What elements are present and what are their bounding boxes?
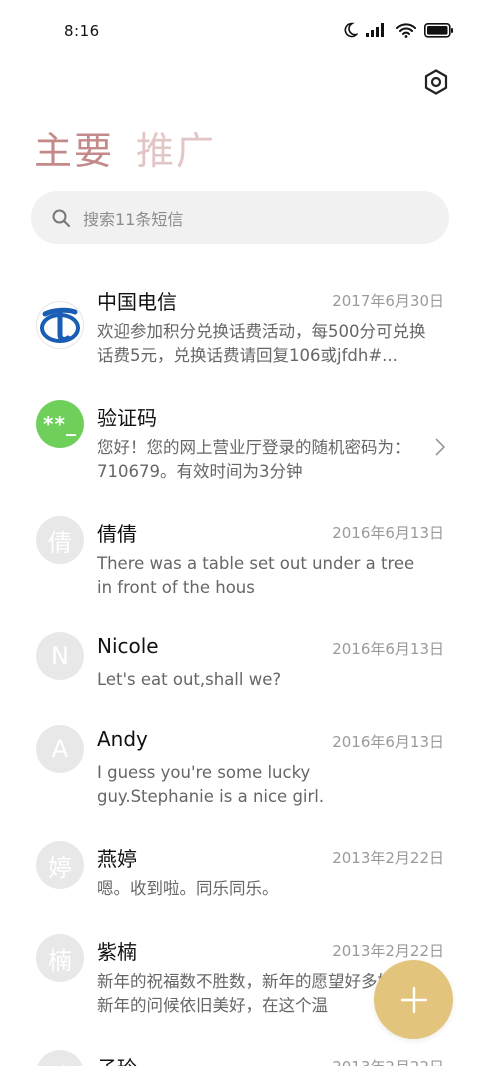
contact-name: 中国电信 [97, 290, 177, 314]
message-preview: I guess you're some lucky guy.Stephanie … [97, 763, 325, 806]
message-date: 2013年2月22日 [332, 849, 444, 867]
plus-icon [400, 986, 427, 1013]
tab-promotions[interactable]: 推广 [136, 120, 216, 175]
message-date: 2016年6月13日 [332, 524, 444, 542]
contact-name: Andy [97, 727, 148, 751]
message-preview: 您好！您的网上营业厅登录的随机密码为：710679。有效时间为3分钟 [97, 438, 411, 481]
contact-name: 验证码 [97, 406, 157, 430]
avatar: 珍 [36, 1050, 84, 1066]
avatar [36, 301, 84, 349]
message-date: 2013年2月22日 [332, 1056, 444, 1066]
contact-name: 子玲 [97, 1052, 137, 1066]
avatar: **_ [36, 400, 84, 448]
search-input[interactable]: 搜索11条短信 [31, 191, 449, 244]
new-message-button[interactable] [374, 960, 453, 1039]
avatar: A [36, 725, 84, 773]
message-preview: 嗯。收到啦。同乐同乐。 [97, 879, 279, 898]
search-icon [52, 209, 70, 227]
search-placeholder: 搜索11条短信 [83, 209, 184, 229]
settings-button[interactable] [422, 68, 450, 96]
message-date: 2016年6月13日 [332, 640, 444, 658]
china-telecom-logo-icon [40, 307, 80, 343]
contact-name: 倩倩 [97, 522, 137, 546]
wifi-icon [396, 22, 416, 38]
message-date: 2017年6月30日 [332, 292, 444, 310]
avatar: 倩 [36, 516, 84, 564]
tab-primary[interactable]: 主要 [34, 120, 114, 175]
tab-bar: 主要 推广 [34, 120, 216, 175]
status-bar: 8:16 [0, 0, 480, 62]
avatar: N [36, 632, 84, 680]
contact-name: Nicole [97, 634, 159, 658]
avatar: 楠 [36, 934, 84, 982]
status-icons [342, 22, 454, 38]
signal-icon [366, 23, 384, 37]
status-time: 8:16 [64, 22, 100, 40]
gear-icon [424, 69, 448, 95]
message-date: 2016年6月13日 [332, 733, 444, 751]
message-preview: Let's eat out,shall we? [97, 670, 282, 689]
message-preview: There was a table set out under a tree i… [97, 554, 415, 597]
avatar: 婷 [36, 841, 84, 889]
contact-name: 燕婷 [97, 847, 137, 871]
battery-icon [424, 22, 453, 38]
moon-icon [344, 22, 358, 38]
message-date: 2013年2月22日 [332, 942, 444, 960]
contact-name: 紫楠 [97, 940, 137, 964]
message-preview: 欢迎参加积分兑换话费活动，每500分可兑换话费5元，兑换话费请回复106或jfd… [97, 322, 426, 365]
chevron-right-icon [435, 438, 446, 456]
